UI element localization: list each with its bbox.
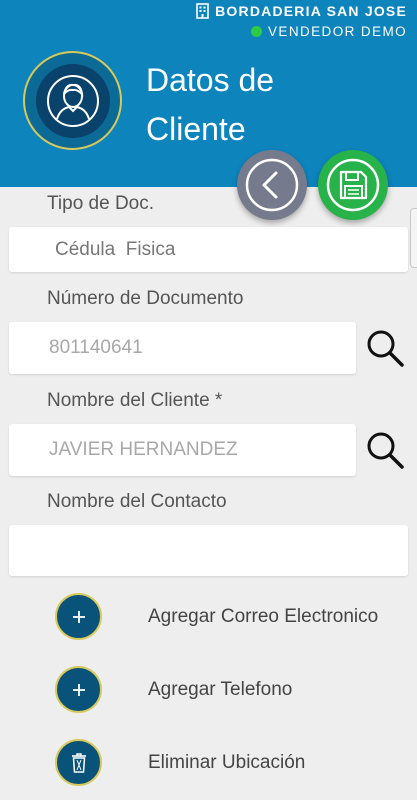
vendor-status: VENDEDOR DEMO: [251, 24, 407, 39]
trash-icon: [55, 739, 102, 786]
delete-location-label: Eliminar Ubicación: [148, 751, 306, 773]
plus-icon: [55, 593, 102, 640]
delete-location-button[interactable]: Eliminar Ubicación: [55, 739, 305, 786]
company-label: BORDADERIA SAN JOSE: [215, 3, 407, 19]
save-button[interactable]: [318, 150, 388, 220]
plus-icon: [55, 666, 102, 713]
doc-type-label: Tipo de Doc.: [47, 193, 155, 214]
status-dot-icon: [251, 26, 263, 37]
client-name-input[interactable]: JAVIER HERNANDEZ: [9, 424, 356, 476]
back-arrow-icon: [245, 158, 299, 212]
add-phone-label: Agregar Telefono: [148, 678, 293, 700]
add-email-label: Agregar Correo Electronico: [148, 605, 379, 627]
search-icon[interactable]: [365, 430, 405, 470]
company-name: BORDADERIA SAN JOSE: [196, 3, 407, 19]
doc-number-input[interactable]: 801140641: [9, 322, 356, 374]
contact-name-label: Nombre del Contacto: [47, 491, 227, 512]
scrollbar-handle[interactable]: [410, 208, 417, 268]
add-phone-button[interactable]: Agregar Telefono: [55, 666, 292, 713]
doc-type-select[interactable]: Cédula Fisica: [9, 227, 408, 272]
search-icon[interactable]: [365, 328, 405, 368]
client-name-value: JAVIER HERNANDEZ: [49, 439, 238, 460]
user-avatar-icon: [46, 74, 99, 127]
contact-name-input[interactable]: [9, 525, 408, 576]
avatar: [23, 51, 122, 150]
doc-type-value: Cédula Fisica: [55, 238, 176, 260]
building-icon: [196, 3, 209, 19]
back-button[interactable]: [237, 150, 307, 220]
doc-number-value: 801140641: [49, 337, 143, 358]
save-floppy-icon: [326, 158, 380, 212]
client-name-label: Nombre del Cliente *: [47, 390, 223, 411]
doc-number-label: Número de Documento: [47, 288, 244, 309]
add-email-button[interactable]: Agregar Correo Electronico: [55, 593, 378, 640]
page-title: Datos de Cliente: [146, 62, 275, 147]
vendor-label: VENDEDOR DEMO: [268, 24, 407, 39]
